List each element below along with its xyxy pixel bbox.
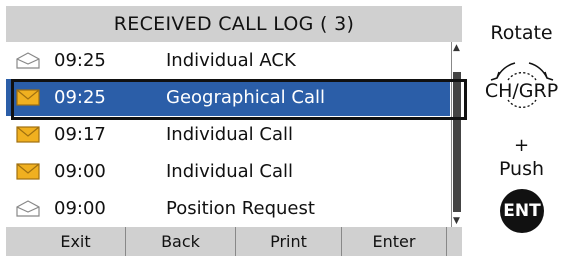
envelope-unread-icon — [16, 163, 40, 180]
call-time: 09:00 — [54, 161, 106, 182]
display-screen: RECEIVED CALL LOG ( 3) 09:25 Individual … — [6, 6, 467, 256]
list-item[interactable]: 09:00 Position Request — [6, 190, 450, 227]
call-type: Individual Call — [166, 161, 293, 182]
rotate-text: Rotate — [490, 22, 553, 44]
list-item[interactable]: 09:00 Individual Call — [6, 153, 450, 190]
scroll-down-icon: ▼ — [453, 216, 460, 226]
push-text: Push — [498, 158, 545, 180]
call-time: 09:00 — [54, 198, 106, 219]
list-item[interactable]: 09:17 Individual Call — [6, 116, 450, 153]
call-log-list: 09:25 Individual ACK 09:25 Geographical … — [6, 42, 450, 227]
envelope-unread-icon — [16, 126, 40, 143]
print-softkey[interactable]: Print — [236, 227, 342, 256]
list-item[interactable]: 09:25 Individual ACK — [6, 42, 450, 79]
call-type: Individual ACK — [166, 50, 296, 71]
instruction-panel: Rotate CH/GRP + Push ENT — [470, 0, 573, 260]
call-type: Geographical Call — [166, 87, 325, 108]
call-type: Position Request — [166, 198, 315, 219]
call-time: 09:25 — [54, 87, 106, 108]
list-item[interactable]: 09:25 Geographical Call — [6, 79, 450, 116]
envelope-open-icon — [16, 52, 40, 69]
ent-key-icon: ENT — [500, 189, 544, 233]
softkey-bar: Exit Back Print Enter — [6, 227, 462, 256]
page-title: RECEIVED CALL LOG ( 3) — [6, 6, 462, 42]
scroll-thumb[interactable] — [453, 72, 461, 212]
exit-softkey[interactable]: Exit — [6, 227, 126, 256]
call-time: 09:25 — [54, 50, 106, 71]
call-type: Individual Call — [166, 124, 293, 145]
scrollbar[interactable]: ▲ ▼ — [451, 42, 462, 227]
envelope-unread-icon — [16, 89, 40, 106]
back-softkey[interactable]: Back — [126, 227, 236, 256]
call-time: 09:17 — [54, 124, 106, 145]
plus-sign: + — [513, 135, 530, 156]
scroll-up-icon: ▲ — [453, 43, 460, 53]
envelope-open-icon — [16, 200, 40, 217]
knob-label: CH/GRP — [484, 80, 559, 102]
enter-softkey[interactable]: Enter — [342, 227, 447, 256]
